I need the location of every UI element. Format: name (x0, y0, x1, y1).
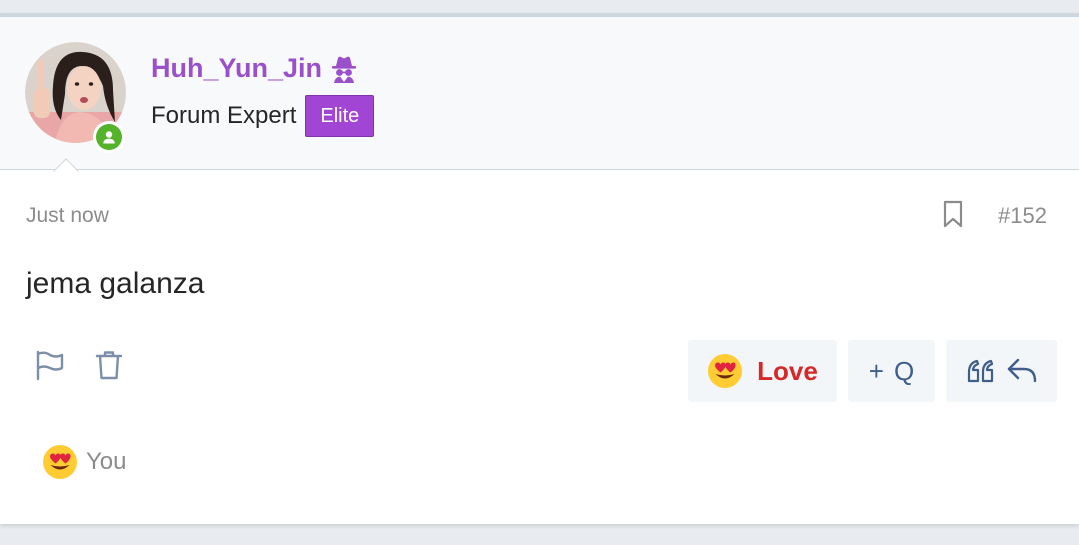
post-timestamp[interactable]: Just now (26, 204, 109, 228)
username-text[interactable]: Huh_Yun_Jin (151, 53, 322, 84)
multi-quote-button[interactable]: + Q (848, 340, 935, 402)
forum-post: Huh_Yun_Jin Forum Expert Elite Just now … (0, 13, 1079, 524)
heart-eyes-emoji-icon (708, 354, 743, 388)
online-status-badge (93, 121, 125, 153)
love-reaction-button[interactable]: Love (688, 340, 837, 402)
heart-eyes-emoji-icon (40, 442, 80, 482)
reaction-users[interactable]: You (86, 448, 127, 476)
username[interactable]: Huh_Yun_Jin (151, 53, 358, 84)
post-user-header: Huh_Yun_Jin Forum Expert Elite (0, 17, 1079, 170)
reactions-summary[interactable]: You (40, 442, 127, 482)
report-flag-icon[interactable] (34, 349, 66, 381)
delete-trash-icon[interactable] (94, 349, 124, 381)
post-message: jema galanza (26, 267, 205, 300)
reply-arrow-icon (1007, 358, 1036, 383)
quote-icon (967, 359, 993, 383)
love-label: Love (757, 355, 818, 386)
avatar[interactable] (25, 42, 126, 153)
quote-letter: Q (893, 355, 915, 386)
quote-reply-button[interactable] (946, 340, 1057, 402)
user-banner-badge: Elite (305, 95, 375, 137)
user-title: Forum Expert (151, 102, 297, 129)
user-title-row: Forum Expert Elite (151, 95, 375, 137)
user-status-icon (96, 124, 122, 150)
post-number[interactable]: #152 (998, 203, 1047, 229)
bookmark-icon[interactable] (941, 199, 965, 229)
plus-icon: + (868, 355, 884, 386)
incognito-spy-icon (332, 56, 357, 83)
